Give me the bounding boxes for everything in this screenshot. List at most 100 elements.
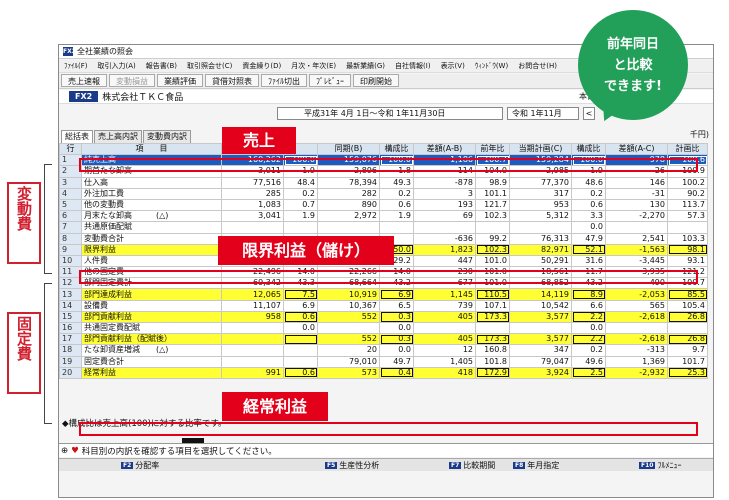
cell-value (221, 221, 284, 234)
fkey-f2[interactable]: F2 分配率 (121, 460, 159, 471)
row-number: 10 (59, 254, 82, 268)
cell-value: 14.0 (283, 266, 318, 279)
row-number: 16 (59, 321, 82, 335)
table-row[interactable]: 19 固定費合計 79,010 49.7 1,405 101.8 79,047 49.6 1,3… (59, 355, 708, 368)
menu-monthly[interactable]: 月次・年次(E) (286, 60, 341, 72)
row-label: 他の変動費 (81, 198, 222, 212)
row-number: 11 (59, 266, 82, 279)
function-key-bar: F2 分配率 F5 生産性分析 F7 比較期間 F8 年月指定 F10 ﾌﾙﾒﾆｭｰ (59, 458, 713, 471)
cell-value: 0.2 (379, 187, 414, 200)
table-row[interactable]: 1 純売上高 160,262 100.0 159,076 100.0 1,186 100.7 1… (59, 154, 708, 167)
preview-button[interactable]: ﾌﾟﾚﾋﾞｭｰ (309, 74, 351, 87)
cell-value: -3,445 (605, 254, 668, 268)
sales-report-button[interactable]: 売上速報 (61, 74, 107, 87)
cell-value: 98.9 (475, 176, 510, 189)
fkey-f8[interactable]: F8 年月指定 (513, 460, 559, 471)
balance-sheet-button[interactable]: 貸借対照表 (205, 74, 259, 87)
label-ordinary-profit: 経常利益 (222, 392, 328, 421)
table-row[interactable]: 5 他の変動費 1,083 0.7 890 0.6 193 121.7 953 0.6 130 113… (59, 198, 708, 212)
file-export-button[interactable]: ﾌｧｲﾙ切出 (261, 74, 307, 87)
cell-value: -2,270 (605, 210, 668, 223)
cell-value: 121.7 (475, 198, 510, 212)
fkey-f7[interactable]: F7 比較期間 (449, 460, 495, 471)
cell-value: 49.3 (379, 176, 414, 189)
cell-value: 3.3 (571, 210, 606, 223)
cell-value (283, 221, 318, 234)
cell-value: 43.2 (379, 277, 414, 290)
fkey-f5[interactable]: F5 生産性分析 (325, 460, 379, 471)
column-header: 同期(B) (317, 142, 380, 156)
table-row[interactable]: 14 設備費 11,107 6.9 10,367 6.5 739 107.1 10,542 6.6… (59, 299, 708, 312)
cell-value: 49.7 (379, 355, 414, 368)
menu-latest[interactable]: 最新業績(G) (341, 60, 390, 72)
tab-sales-detail[interactable]: 売上高内訳 (94, 130, 142, 143)
menu-help[interactable]: お問合せ(H) (513, 60, 562, 72)
diamond-icon: ⊕ (61, 445, 69, 456)
cell-value: 43.3 (283, 277, 318, 290)
tab-summary[interactable]: 総括表 (61, 130, 93, 143)
cell-value: 100.0 (571, 154, 606, 167)
table-row[interactable]: 18 たな卸資産増減 (△) 20 0.0 12 160.8 347 0.2 -313 9.7 (59, 344, 708, 357)
cell-value: 90.2 (667, 187, 708, 200)
table-row[interactable]: 11 他の固定費 22,496 14.0 22,266 14.0 230 101.0 18,56… (59, 266, 708, 279)
cell-value (667, 321, 708, 335)
table-row[interactable]: 7 共通原価配賦 0.0 (59, 221, 708, 234)
table-row[interactable]: 17 部門貢献利益（配賦後） 552 0.3 405 173.3 3,577 2.2 -2,61… (59, 333, 708, 346)
column-header: 構成比 (379, 142, 414, 156)
cell-value: 22,266 (317, 266, 380, 279)
cell-value (413, 321, 476, 335)
print-button[interactable]: 印刷開始 (353, 74, 399, 87)
row-number: 15 (59, 310, 82, 324)
row-number: 20 (59, 366, 82, 379)
table-row[interactable]: 15 部門貢献利益 958 0.6 552 0.3 405 173.3 3,577 2.2 -2,6… (59, 310, 708, 324)
tab-variable-detail[interactable]: 変動費内訳 (143, 130, 191, 143)
prev-period-button[interactable]: < (583, 107, 595, 120)
table-row[interactable]: 20 経常利益 991 0.6 573 0.4 418 172.9 3,924 2.5 -2,932… (59, 366, 708, 379)
cell-value: 953 (509, 198, 572, 212)
cell-value: 447 (413, 254, 476, 268)
variable-pl-button[interactable]: 変動損益 (109, 74, 155, 87)
cell-value: 3,577 (509, 310, 572, 324)
cell-value: 1,186 (413, 154, 476, 167)
cell-value: 677 (413, 277, 476, 290)
cell-value: 100.0 (379, 154, 414, 167)
performance-button[interactable]: 業績評価 (157, 74, 203, 87)
cell-value: 113.7 (667, 198, 708, 212)
fkey-f10[interactable]: F10 ﾌﾙﾒﾆｭｰ (639, 460, 681, 471)
cell-value: 48.6 (571, 176, 606, 189)
cell-value: 7.5 (283, 288, 318, 301)
menu-window[interactable]: ｳｨﾝﾄﾞｳ(W) (470, 60, 513, 72)
row-number: 9 (59, 243, 82, 256)
cell-value: 0.2 (571, 344, 606, 357)
row-label: 純売上高 (81, 154, 222, 167)
tab-strip: 総括表 売上高内訳 変動費内訳 (59, 130, 191, 143)
cell-value: 2,972 (317, 210, 380, 223)
menu-report[interactable]: 報告書(B) (141, 60, 182, 72)
cell-value: 85.5 (667, 288, 708, 301)
cell-value: 105.4 (667, 299, 708, 312)
cell-value: 98.1 (667, 243, 708, 256)
table-row[interactable]: 4 外注加工費 285 0.2 282 0.2 3 101.1 317 0.2 -31 90.2 (59, 187, 708, 200)
cell-value: 160.8 (475, 344, 510, 357)
cell-value: 405 (413, 310, 476, 324)
cell-value: 1.9 (379, 210, 414, 223)
cell-value: 6.6 (571, 299, 606, 312)
cell-value: 0.6 (283, 310, 318, 324)
table-row[interactable]: 6 月末たな卸高 (△) 3,041 1.9 2,972 1.9 69 102.3 5,312 3… (59, 210, 708, 223)
table-row[interactable]: 2 期首たな卸高 3,011 1.9 2,896 1.8 114 104.0 2,985 1.9 2… (59, 165, 708, 178)
menu-company[interactable]: 自社情報(I) (390, 60, 436, 72)
menu-file[interactable]: ﾌｧｲﾙ(F) (59, 60, 93, 72)
table-row[interactable]: 16 共通固定費配賦 0.0 0.0 0.0 (59, 321, 708, 335)
menu-entry[interactable]: 取引入力(A) (93, 60, 141, 72)
period-select[interactable]: 令和 1年11月 (507, 107, 579, 120)
table-row[interactable]: 12 部門固定費計 69,342 43.3 68,664 43.2 677 101.0 68,8… (59, 277, 708, 290)
row-number: 4 (59, 187, 82, 200)
menu-view[interactable]: 表示(V) (436, 60, 470, 72)
table-row[interactable]: 13 部門達成利益 12,065 7.5 10,919 6.9 1,145 110.5 14,1… (59, 288, 708, 301)
cell-value: 1.9 (283, 210, 318, 223)
menu-inquiry[interactable]: 取引照会せ(C) (182, 60, 237, 72)
table-row[interactable]: 3 仕入高 77,516 48.4 78,394 49.3 -878 98.9 77,370 48… (59, 176, 708, 189)
menu-cashflow[interactable]: 資金繰り(D) (237, 60, 286, 72)
cell-value: 49.6 (571, 355, 606, 368)
row-label: 変動費合計 (81, 232, 222, 245)
